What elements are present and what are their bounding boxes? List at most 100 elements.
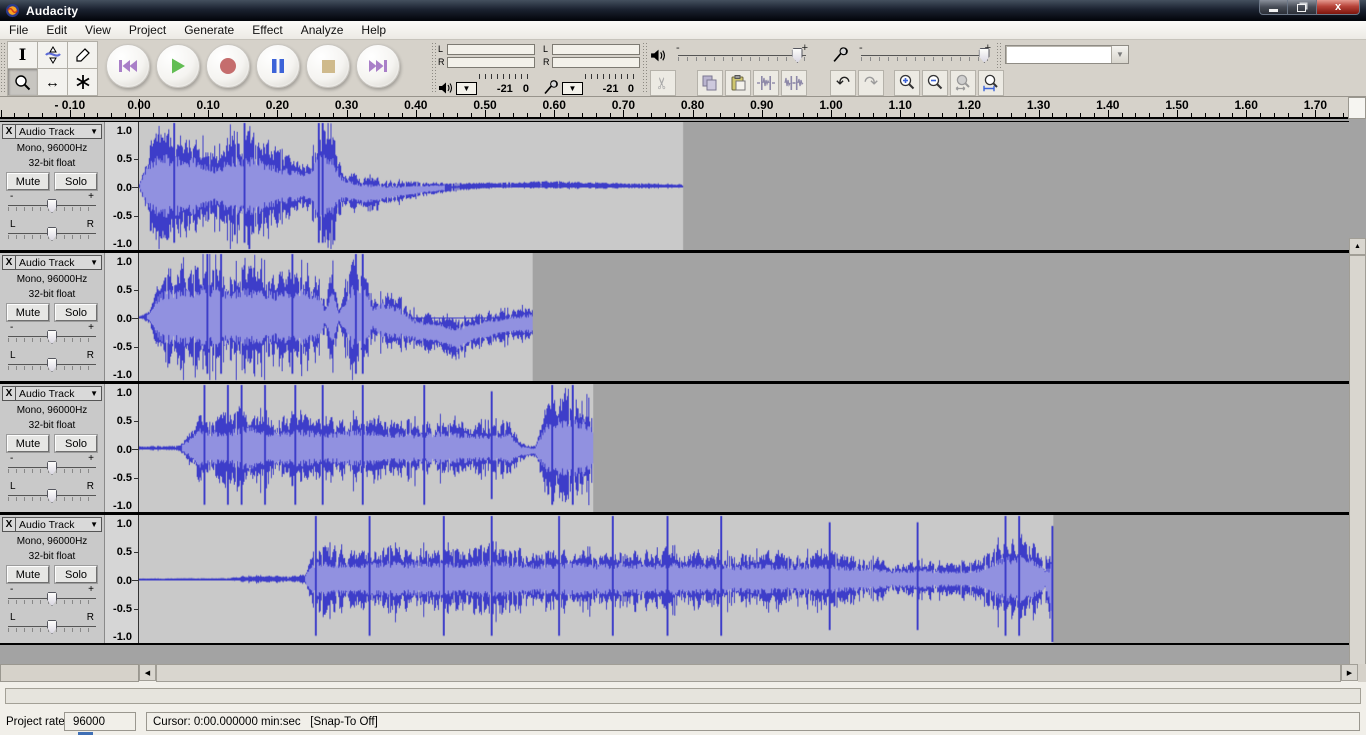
output-volume-slider[interactable]: - +: [676, 44, 808, 66]
waveform-canvas-track-2[interactable]: [139, 253, 1321, 381]
zoom-out-button[interactable]: [922, 70, 948, 96]
menu-help[interactable]: Help: [352, 22, 395, 38]
pan-slider[interactable]: L R: [8, 482, 96, 508]
track-menu-button[interactable]: Audio Track ▼: [16, 255, 102, 270]
undo-button[interactable]: ↶: [830, 70, 856, 96]
track-vertical-ruler[interactable]: 1.0 0.5 0.0 -0.5 -1.0: [105, 515, 139, 643]
silence-button[interactable]: [781, 70, 807, 96]
stop-button[interactable]: [306, 44, 350, 88]
horizontal-scroll-thumb[interactable]: [156, 664, 1341, 682]
vertical-scroll-thumb[interactable]: [1349, 255, 1366, 664]
combobox-arrow-button[interactable]: ▼: [1111, 46, 1128, 63]
gain-minus-label: -: [10, 191, 13, 202]
menu-project[interactable]: Project: [120, 22, 175, 38]
gain-slider[interactable]: - +: [8, 192, 96, 218]
fit-selection-button[interactable]: [950, 70, 976, 96]
close-button[interactable]: x: [1317, 0, 1360, 15]
output-meter[interactable]: L R: [438, 43, 535, 69]
track-menu-button[interactable]: Audio Track ▼: [16, 124, 102, 139]
scroll-up-button[interactable]: ▲: [1349, 238, 1366, 255]
track-close-button[interactable]: X: [2, 517, 16, 532]
track-close-button[interactable]: X: [2, 386, 16, 401]
solo-button[interactable]: Solo: [55, 173, 97, 190]
mute-button[interactable]: Mute: [7, 173, 49, 190]
input-meter[interactable]: L R: [543, 43, 640, 69]
input-meter-scale-high: 0: [628, 83, 634, 95]
gain-slider[interactable]: - +: [8, 323, 96, 349]
toolbar-grabber[interactable]: [1, 43, 6, 93]
menu-file[interactable]: File: [0, 22, 37, 38]
vertical-scrollbar[interactable]: ▲ ▼: [1349, 238, 1366, 664]
menu-view[interactable]: View: [76, 22, 120, 38]
input-meter-right-bar: [552, 57, 640, 68]
menu-effect[interactable]: Effect: [243, 22, 291, 38]
audio-track-1: X Audio Track ▼ Mono, 96000Hz 32-bit flo…: [0, 121, 1349, 252]
dropdown-arrow-icon: ▼: [569, 85, 577, 93]
meter-toolbar-grabber[interactable]: [432, 43, 437, 93]
skip-to-start-button[interactable]: [106, 44, 150, 88]
track-format-info: Mono, 96000Hz: [0, 274, 104, 285]
menu-edit[interactable]: Edit: [37, 22, 76, 38]
restore-button[interactable]: [1288, 0, 1317, 15]
cut-button[interactable]: ✂: [650, 70, 676, 96]
track-vertical-ruler[interactable]: 1.0 0.5 0.0 -0.5 -1.0: [105, 253, 139, 381]
pause-button[interactable]: [256, 44, 300, 88]
pan-slider[interactable]: L R: [8, 351, 96, 377]
zoom-tool-button[interactable]: [7, 68, 38, 96]
pan-slider[interactable]: L R: [8, 220, 96, 246]
horizontal-scrollbar[interactable]: ◀ ▶: [139, 664, 1358, 682]
record-button[interactable]: [206, 44, 250, 88]
mute-button[interactable]: Mute: [7, 566, 49, 583]
input-volume-slider[interactable]: - +: [859, 44, 991, 66]
gain-slider[interactable]: - +: [8, 585, 96, 611]
gain-slider[interactable]: - +: [8, 454, 96, 480]
track-vertical-ruler[interactable]: 1.0 0.5 0.0 -0.5 -1.0: [105, 122, 139, 250]
waveform-canvas-track-4[interactable]: [139, 515, 1321, 643]
menu-analyze[interactable]: Analyze: [292, 22, 353, 38]
close-icon: x: [1335, 2, 1341, 13]
multi-tool-button[interactable]: [67, 68, 98, 96]
multi-tool-icon: [75, 74, 91, 90]
input-meter-scale-ticks: [585, 74, 638, 79]
solo-button[interactable]: Solo: [55, 304, 97, 321]
menu-generate[interactable]: Generate: [175, 22, 243, 38]
redo-button[interactable]: ↷: [858, 70, 884, 96]
track-menu-button[interactable]: Audio Track ▼: [16, 517, 102, 532]
solo-button[interactable]: Solo: [55, 435, 97, 452]
scroll-left-button[interactable]: ◀: [139, 664, 156, 681]
time-shift-tool-button[interactable]: ↔: [37, 68, 68, 96]
skip-to-end-button[interactable]: [356, 44, 400, 88]
copy-button[interactable]: [697, 70, 723, 96]
trim-button[interactable]: [753, 70, 779, 96]
scroll-right-button[interactable]: ▶: [1341, 664, 1358, 681]
play-button[interactable]: [156, 44, 200, 88]
toolbar: I ↔: [0, 40, 1366, 97]
zoom-in-button[interactable]: [894, 70, 920, 96]
scroll-right-icon: ▶: [1347, 669, 1352, 677]
draw-tool-button[interactable]: [67, 41, 98, 69]
track-vertical-ruler[interactable]: 1.0 0.5 0.0 -0.5 -1.0: [105, 384, 139, 512]
mute-button[interactable]: Mute: [7, 435, 49, 452]
waveform-canvas-track-1[interactable]: [139, 122, 1321, 250]
timeline-ruler[interactable]: - 0.100.000.100.200.300.400.500.600.700.…: [0, 97, 1348, 119]
selection-tool-button[interactable]: I: [7, 41, 38, 69]
pan-left-label: L: [10, 481, 16, 492]
input-meter-dropdown[interactable]: ▼: [562, 82, 583, 95]
solo-button[interactable]: Solo: [55, 566, 97, 583]
fit-project-button[interactable]: [978, 70, 1004, 96]
track-close-button[interactable]: X: [2, 124, 16, 139]
minimize-button[interactable]: [1259, 0, 1288, 15]
track-close-button[interactable]: X: [2, 255, 16, 270]
track-menu-button[interactable]: Audio Track ▼: [16, 386, 102, 401]
input-device-combobox[interactable]: ▼: [1005, 45, 1129, 64]
audacity-window: { "window": { "title": "Audacity" }, "me…: [0, 0, 1366, 735]
envelope-tool-button[interactable]: [37, 41, 68, 69]
paste-button[interactable]: [725, 70, 751, 96]
pan-slider[interactable]: L R: [8, 613, 96, 639]
pan-left-label: L: [10, 350, 16, 361]
output-meter-dropdown[interactable]: ▼: [456, 82, 477, 95]
mute-button[interactable]: Mute: [7, 304, 49, 321]
waveform-canvas-track-3[interactable]: [139, 384, 1321, 512]
mixer-toolbar-grabber[interactable]: [643, 43, 648, 93]
track-control-panel: X Audio Track ▼ Mono, 96000Hz 32-bit flo…: [0, 384, 105, 512]
